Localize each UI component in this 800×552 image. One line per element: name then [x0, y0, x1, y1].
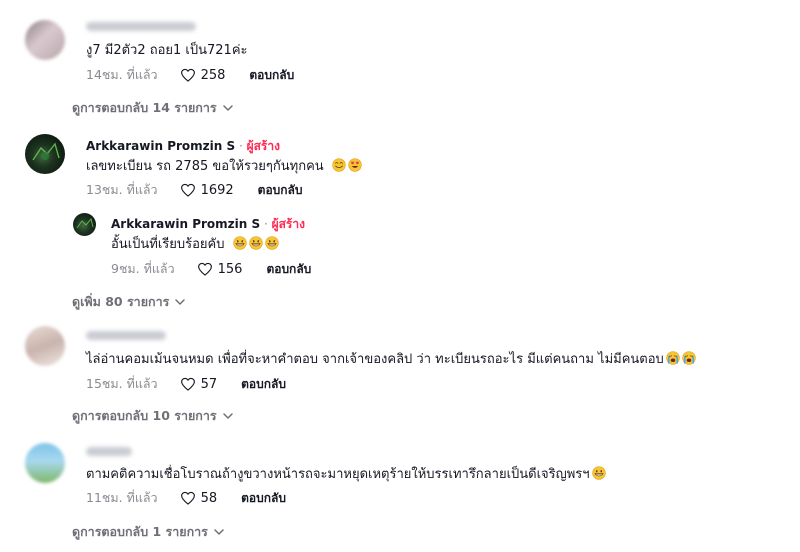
crying-emoji-icon — [682, 351, 696, 365]
comment-time: 14ชม. ที่แล้ว — [86, 67, 158, 82]
creator-avatar[interactable] — [25, 134, 65, 174]
grin-emoji-icon — [592, 466, 606, 480]
author-name[interactable]: Arkkarawin Promzin S — [86, 139, 235, 153]
view-replies-button[interactable]: ดูการตอบกลับ 1 รายการ — [72, 522, 224, 542]
reply-button[interactable]: ตอบกลับ — [241, 489, 286, 508]
avatar[interactable] — [25, 326, 65, 366]
heart-icon[interactable] — [197, 262, 213, 276]
name-separator: · — [235, 139, 247, 153]
reply-author[interactable]: Arkkarawin Promzin S · ผู้สร้าง — [111, 215, 305, 234]
view-replies-button[interactable]: ดูการตอบกลับ 14 รายการ — [72, 98, 233, 118]
creator-badge: ผู้สร้าง — [246, 139, 280, 153]
comment-text-content: เลขทะเบียน รถ 2785 ขอให้รวยๆกันทุกคน — [86, 159, 324, 174]
comment-text: ไล่อ่านคอมเม้นจนหมด เพื่อที่จะหาคำตอบ จา… — [86, 348, 696, 369]
chevron-down-icon — [175, 298, 185, 306]
reply-button[interactable]: ตอบกลับ — [249, 66, 294, 85]
comment-meta: 13ชม. ที่แล้ว 1692 ตอบกลับ — [86, 180, 303, 200]
creator-badge: ผู้สร้าง — [271, 217, 305, 231]
comment-text: เลขทะเบียน รถ 2785 ขอให้รวยๆกันทุกคน — [86, 155, 362, 176]
comment-meta: 11ชม. ที่แล้ว 58 ตอบกลับ — [86, 488, 286, 508]
grin-emoji-icon — [249, 236, 263, 250]
reply-time: 9ชม. ที่แล้ว — [111, 261, 175, 276]
comment-author[interactable]: Arkkarawin Promzin S · ผู้สร้าง — [86, 137, 280, 156]
avatar[interactable] — [25, 443, 65, 483]
heart-icon[interactable] — [180, 68, 196, 82]
comment-meta: 14ชม. ที่แล้ว 258 ตอบกลับ — [86, 65, 294, 85]
reply-button[interactable]: ตอบกลับ — [266, 260, 311, 279]
grin-emoji-icon — [265, 236, 279, 250]
heart-icon[interactable] — [180, 491, 196, 505]
like-count: 258 — [200, 67, 226, 83]
avatar-graphic — [32, 142, 60, 161]
like-count: 1692 — [200, 182, 234, 198]
like-count: 58 — [200, 490, 218, 506]
chevron-down-icon — [223, 412, 233, 420]
reply-text-content: อั้นเป็นที่เรียบร้อยคับ — [111, 237, 225, 252]
username-blurred[interactable] — [86, 22, 196, 31]
smile-emoji-icon — [332, 158, 346, 172]
name-separator: · — [260, 217, 272, 231]
reply-button[interactable]: ตอบกลับ — [258, 181, 303, 200]
comment-text-content: ตามคติความเชื่อโบราณถ้างูขวางหน้ารถจะมาห… — [86, 467, 590, 482]
view-more-label: ดูเพิ่ม 80 รายการ — [72, 294, 170, 309]
comment-text: ตามคติความเชื่อโบราณถ้างูขวางหน้ารถจะมาห… — [86, 463, 606, 484]
avatar[interactable] — [25, 20, 65, 60]
reply-button[interactable]: ตอบกลับ — [241, 375, 286, 394]
crying-emoji-icon — [666, 351, 680, 365]
view-replies-label: ดูการตอบกลับ 10 รายการ — [72, 408, 217, 423]
avatar-graphic — [76, 217, 94, 229]
view-more-replies-button[interactable]: ดูเพิ่ม 80 รายการ — [72, 292, 185, 312]
comment-time: 13ชม. ที่แล้ว — [86, 182, 158, 197]
like-count: 156 — [217, 261, 243, 277]
reply-text: อั้นเป็นที่เรียบร้อยคับ — [111, 233, 279, 254]
view-replies-label: ดูการตอบกลับ 1 รายการ — [72, 524, 208, 539]
like-count: 57 — [200, 376, 218, 392]
chevron-down-icon — [223, 104, 233, 112]
chevron-down-icon — [214, 528, 224, 536]
comment-text: งู7 มี2ตัว2 ถอย1 เป็น721ค่ะ — [86, 43, 248, 58]
username-blurred[interactable] — [86, 331, 166, 340]
heart-icon[interactable] — [180, 183, 196, 197]
username-blurred[interactable] — [86, 447, 132, 456]
comment-time: 15ชม. ที่แล้ว — [86, 376, 158, 391]
view-replies-button[interactable]: ดูการตอบกลับ 10 รายการ — [72, 406, 233, 426]
creator-avatar[interactable] — [73, 213, 96, 236]
author-name[interactable]: Arkkarawin Promzin S — [111, 217, 260, 231]
heart-eyes-emoji-icon — [348, 158, 362, 172]
comment-meta: 15ชม. ที่แล้ว 57 ตอบกลับ — [86, 374, 286, 394]
comment-time: 11ชม. ที่แล้ว — [86, 490, 158, 505]
heart-icon[interactable] — [180, 377, 196, 391]
grin-emoji-icon — [233, 236, 247, 250]
view-replies-label: ดูการตอบกลับ 14 รายการ — [72, 100, 217, 115]
reply-meta: 9ชม. ที่แล้ว 156 ตอบกลับ — [111, 259, 311, 279]
comment-text-content: ไล่อ่านคอมเม้นจนหมด เพื่อที่จะหาคำตอบ จา… — [86, 352, 664, 367]
